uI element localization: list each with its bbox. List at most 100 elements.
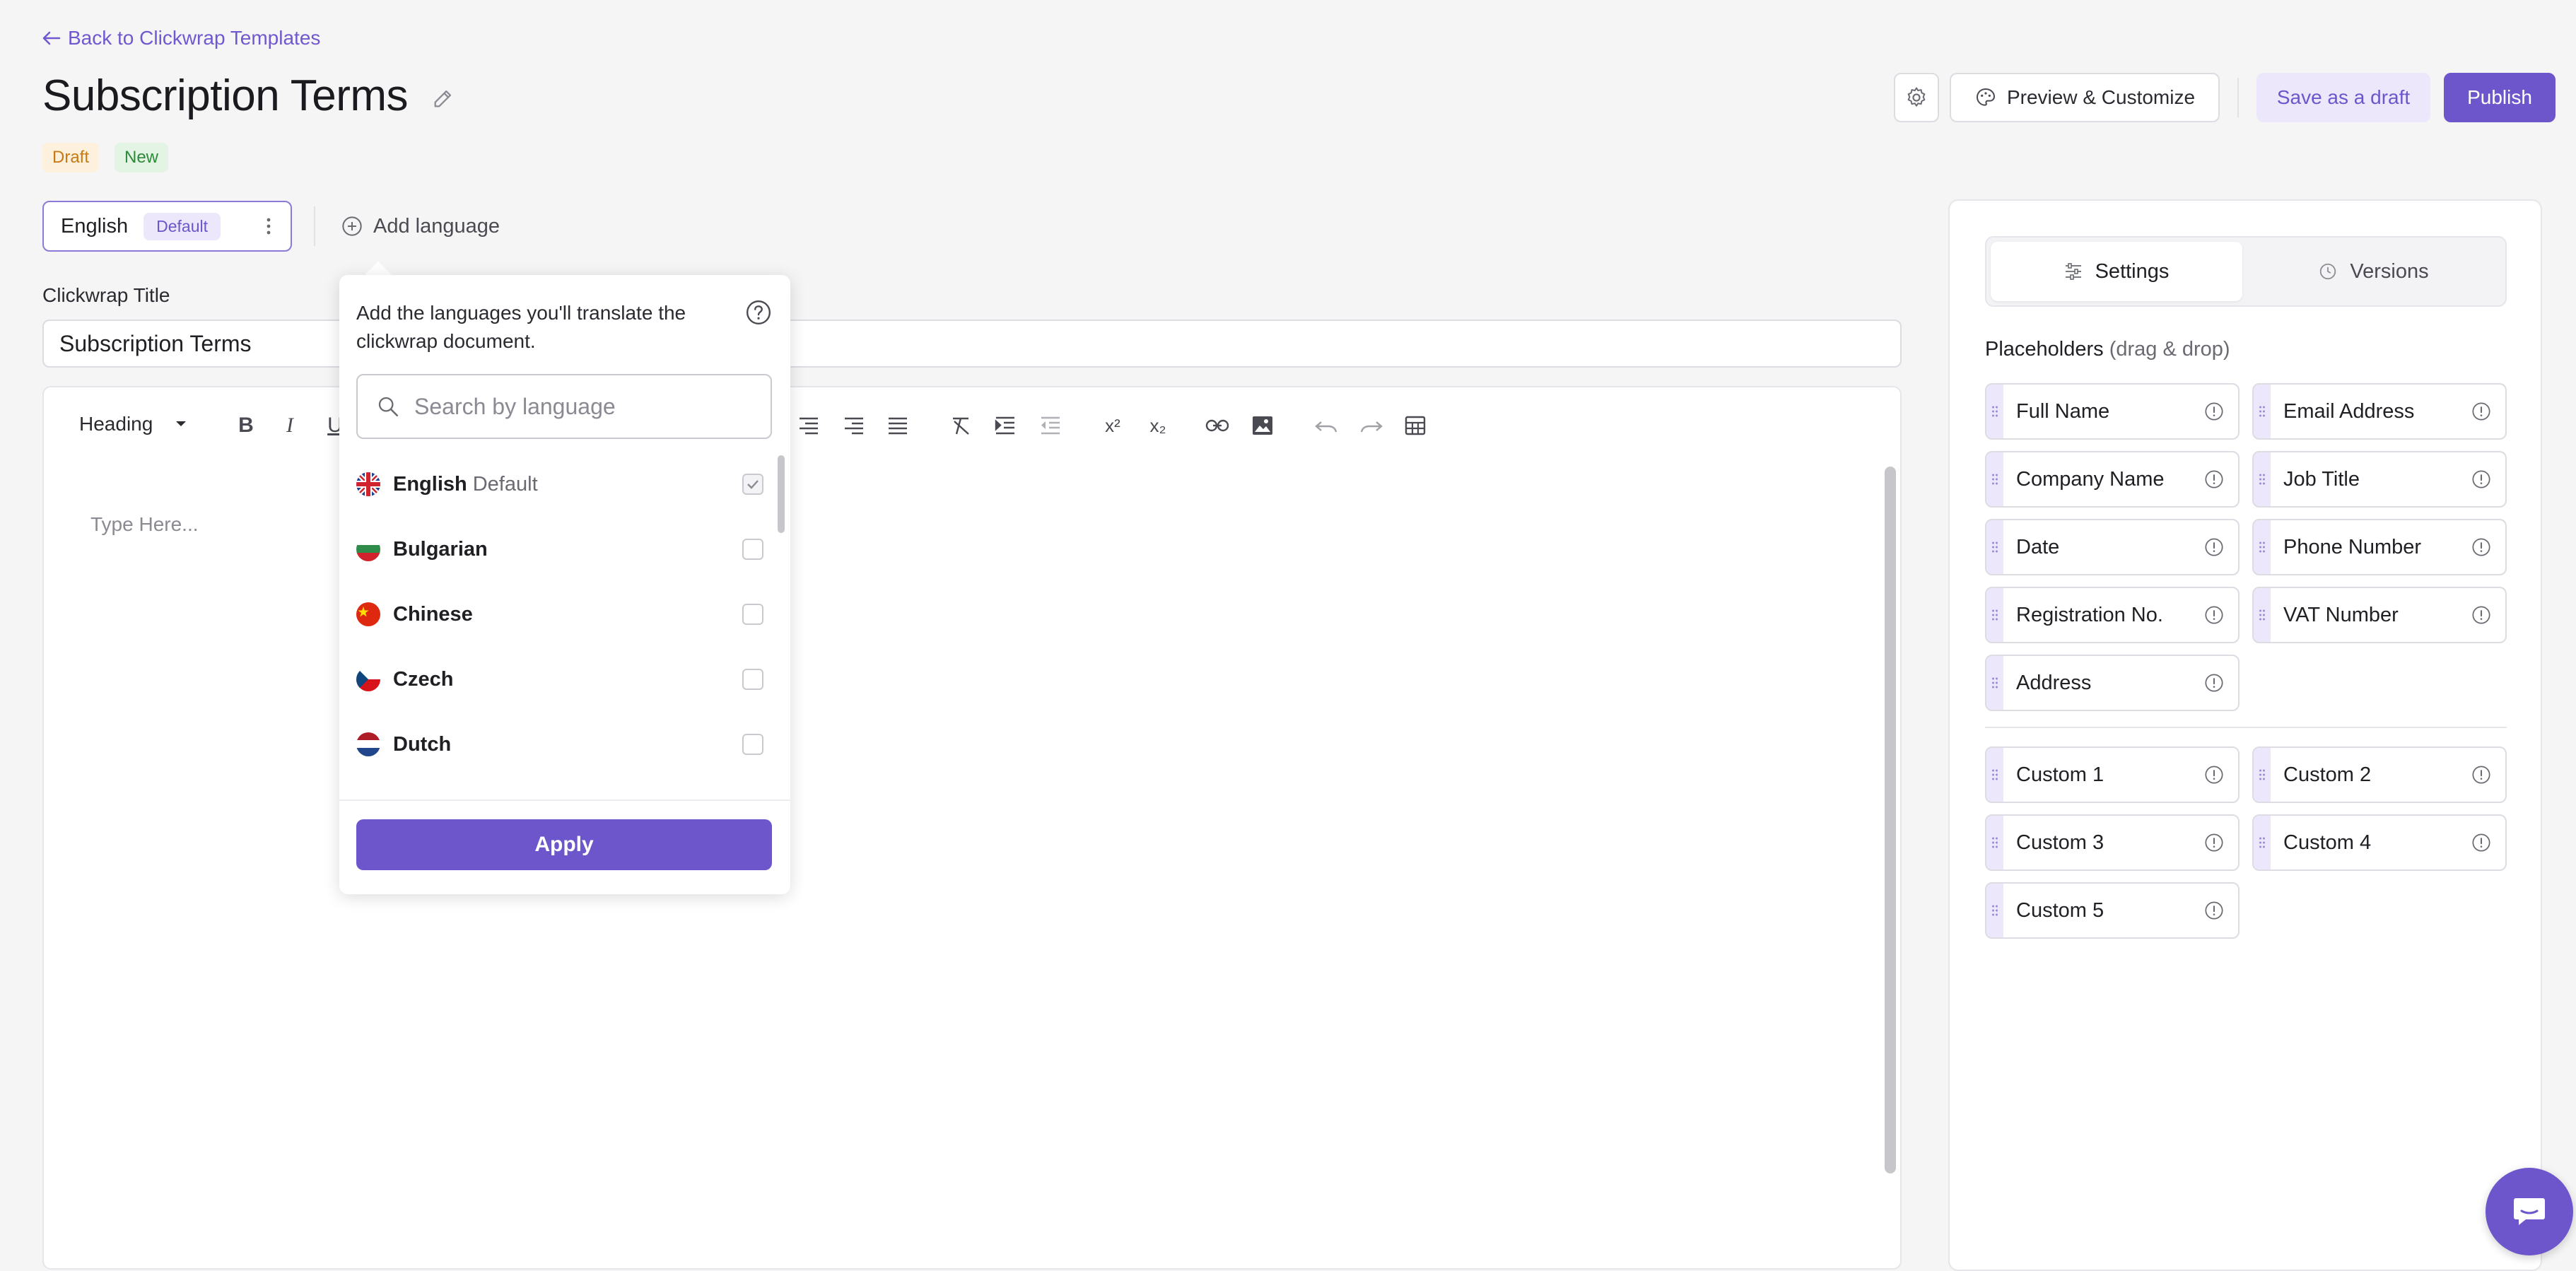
placeholder-chip[interactable]: Registration No. <box>1985 587 2240 643</box>
placeholder-chip[interactable]: VAT Number <box>2252 587 2507 643</box>
drag-handle-icon[interactable] <box>1986 385 2003 438</box>
document-editor[interactable]: Heading B I U x² x₂ Type Here... <box>42 386 1902 1270</box>
info-icon[interactable] <box>2471 402 2491 421</box>
help-icon[interactable] <box>745 299 772 326</box>
outdent-icon[interactable] <box>1035 410 1066 441</box>
publish-button[interactable]: Publish <box>2444 73 2555 122</box>
chat-button[interactable] <box>2486 1168 2573 1255</box>
info-icon[interactable] <box>2204 537 2224 557</box>
placeholder-divider <box>1985 727 2507 728</box>
info-icon[interactable] <box>2471 765 2491 785</box>
placeholder-chip[interactable]: Date <box>1985 519 2240 575</box>
more-vertical-icon[interactable] <box>267 218 271 235</box>
info-icon[interactable] <box>2471 605 2491 625</box>
placeholders-title: Placeholders <box>1985 338 2104 361</box>
tab-versions[interactable]: Versions <box>2248 242 2500 301</box>
placeholder-chip[interactable]: Address <box>1985 655 2240 711</box>
info-icon[interactable] <box>2204 901 2224 920</box>
drag-handle-icon[interactable] <box>2254 452 2271 506</box>
language-option-dutch[interactable]: Dutch <box>356 712 766 777</box>
back-link-label: Back to Clickwrap Templates <box>68 27 321 49</box>
language-option-czech[interactable]: Czech <box>356 647 766 712</box>
language-search-field[interactable] <box>356 374 772 439</box>
placeholder-chip[interactable]: Full Name <box>1985 383 2240 440</box>
bold-icon[interactable]: B <box>230 410 262 441</box>
placeholder-chip[interactable]: Job Title <box>2252 451 2507 508</box>
language-checkbox-checked[interactable] <box>742 474 763 495</box>
placeholder-chip[interactable]: Custom 3 <box>1985 814 2240 871</box>
info-icon[interactable] <box>2471 469 2491 489</box>
drag-handle-icon[interactable] <box>1986 656 2003 710</box>
placeholder-chip[interactable]: Phone Number <box>2252 519 2507 575</box>
save-draft-button[interactable]: Save as a draft <box>2256 73 2430 122</box>
drag-handle-icon[interactable] <box>2254 816 2271 869</box>
info-icon[interactable] <box>2204 402 2224 421</box>
info-icon[interactable] <box>2204 833 2224 853</box>
placeholder-chip[interactable]: Custom 1 <box>1985 746 2240 803</box>
preview-customize-button[interactable]: Preview & Customize <box>1950 73 2220 122</box>
tab-settings[interactable]: Settings <box>1991 242 2242 301</box>
language-checkbox[interactable] <box>742 669 763 690</box>
info-icon[interactable] <box>2204 469 2224 489</box>
clock-icon <box>2319 262 2337 281</box>
block-type-label: Heading <box>79 413 153 435</box>
drag-handle-icon[interactable] <box>1986 884 2003 937</box>
back-link[interactable]: Back to Clickwrap Templates <box>42 27 320 49</box>
indent-icon[interactable] <box>990 410 1021 441</box>
superscript-icon[interactable]: x² <box>1097 410 1128 441</box>
link-icon[interactable] <box>1202 410 1233 441</box>
info-icon[interactable] <box>2204 605 2224 625</box>
align-right-icon[interactable] <box>793 410 824 441</box>
language-option-chinese[interactable]: Chinese <box>356 582 766 647</box>
popup-divider <box>339 800 790 801</box>
clickwrap-title-input[interactable]: Subscription Terms <box>42 320 1902 368</box>
image-icon[interactable] <box>1247 410 1278 441</box>
language-checkbox[interactable] <box>742 734 763 755</box>
edit-title-icon[interactable] <box>431 86 455 110</box>
drag-handle-icon[interactable] <box>2254 385 2271 438</box>
undo-icon[interactable] <box>1311 410 1342 441</box>
placeholder-chip[interactable]: Custom 5 <box>1985 882 2240 939</box>
placeholder-chip[interactable]: Custom 4 <box>2252 814 2507 871</box>
info-icon[interactable] <box>2204 673 2224 693</box>
tab-settings-label: Settings <box>2095 259 2170 283</box>
settings-button[interactable] <box>1894 73 1939 122</box>
block-type-select[interactable]: Heading <box>79 413 187 435</box>
redo-icon[interactable] <box>1356 410 1387 441</box>
clear-format-icon[interactable] <box>946 410 977 441</box>
drag-handle-icon[interactable] <box>1986 816 2003 869</box>
placeholder-chip[interactable]: Company Name <box>1985 451 2240 508</box>
popup-description: Add the languages you'll translate the c… <box>356 302 686 352</box>
language-option-english[interactable]: English Default <box>356 452 766 517</box>
add-language-button[interactable]: Add language <box>341 211 500 242</box>
language-option-bulgarian[interactable]: Bulgarian <box>356 517 766 582</box>
drag-handle-icon[interactable] <box>2254 520 2271 574</box>
align-right-alt-icon[interactable] <box>838 410 870 441</box>
apply-button[interactable]: Apply <box>356 819 772 870</box>
subscript-icon[interactable]: x₂ <box>1142 410 1173 441</box>
placeholder-chip[interactable]: Email Address <box>2252 383 2507 440</box>
drag-handle-icon[interactable] <box>2254 748 2271 802</box>
placeholder-chip[interactable]: Custom 2 <box>2252 746 2507 803</box>
language-checkbox[interactable] <box>742 604 763 625</box>
drag-handle-icon[interactable] <box>1986 748 2003 802</box>
status-badge-new: New <box>115 143 169 172</box>
italic-icon[interactable]: I <box>274 410 305 441</box>
placeholder-label: Date <box>2016 535 2060 558</box>
popup-scrollbar[interactable] <box>778 455 785 533</box>
drag-handle-icon[interactable] <box>2254 588 2271 642</box>
placeholder-label: Custom 1 <box>2016 763 2104 786</box>
drag-handle-icon[interactable] <box>1986 588 2003 642</box>
language-tab-english[interactable]: English Default <box>42 201 292 252</box>
drag-handle-icon[interactable] <box>1986 452 2003 506</box>
editor-scrollbar[interactable] <box>1885 467 1896 1173</box>
info-icon[interactable] <box>2204 765 2224 785</box>
language-checkbox[interactable] <box>742 539 763 560</box>
info-icon[interactable] <box>2471 537 2491 557</box>
language-search-input[interactable] <box>413 392 755 421</box>
placeholder-label: Custom 4 <box>2283 831 2372 854</box>
table-icon[interactable] <box>1400 410 1431 441</box>
justify-icon[interactable] <box>882 410 913 441</box>
drag-handle-icon[interactable] <box>1986 520 2003 574</box>
info-icon[interactable] <box>2471 833 2491 853</box>
